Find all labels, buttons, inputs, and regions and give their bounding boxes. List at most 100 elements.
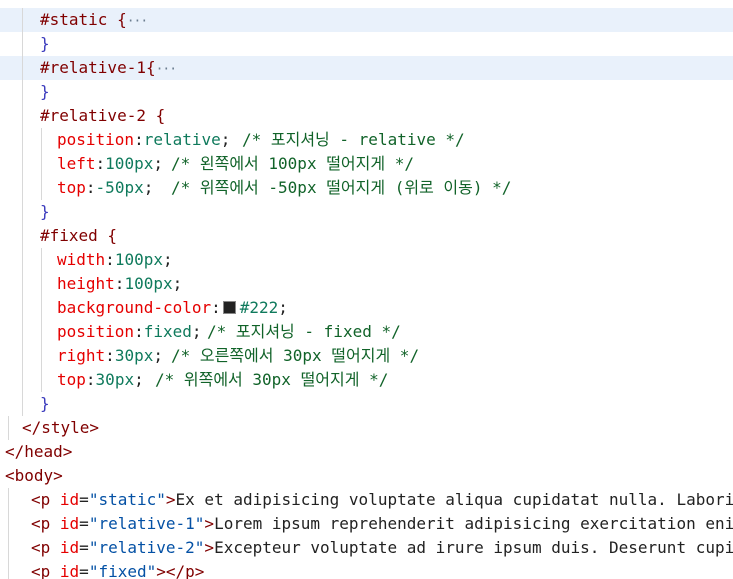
code-line[interactable]: width:100px; — [0, 248, 733, 272]
code-line[interactable]: </head> — [0, 440, 733, 464]
semicolon: ; — [220, 130, 231, 149]
indent-guide — [22, 368, 23, 392]
code-line[interactable]: #static {··· — [0, 8, 733, 32]
semicolon: ; — [172, 274, 183, 293]
code-line[interactable]: right:30px; /* 오른쪽에서 30px 떨어지게 */ — [0, 344, 733, 368]
colon: : — [114, 274, 125, 293]
attribute-value: "relative-1" — [88, 514, 205, 533]
code-line[interactable]: } — [0, 200, 733, 224]
indent-guide — [22, 296, 23, 320]
code-line[interactable]: background-color: #222; — [0, 296, 733, 320]
attribute-value: "static" — [88, 490, 166, 509]
code-line[interactable]: <p id="fixed"></p> — [0, 560, 733, 579]
attribute-value-text: relative-1 — [98, 514, 195, 533]
css-value: 30px — [114, 346, 154, 365]
css-declaration: top:-50px; — [57, 176, 153, 200]
css-property: height — [57, 274, 115, 293]
code-line[interactable]: top:30px; /* 위쪽에서 30px 떨어지게 */ — [0, 368, 733, 392]
css-selector: #fixed { — [40, 226, 118, 245]
indent-guide — [41, 152, 42, 176]
attribute-value: "relative-2" — [88, 538, 205, 557]
indent-guide — [22, 248, 23, 272]
code-line[interactable]: } — [0, 80, 733, 104]
indent-guide — [22, 344, 23, 368]
code-line[interactable]: position:relative; /* 포지셔닝 - relative */ — [0, 128, 733, 152]
indent-guide — [8, 560, 9, 579]
folded-region-ellipsis[interactable]: ··· — [127, 14, 149, 29]
closing-brace: } — [40, 82, 50, 101]
code-line[interactable]: } — [0, 392, 733, 416]
code-line[interactable]: } — [0, 32, 733, 56]
html-tag: <p — [31, 538, 60, 557]
indent-guide — [41, 272, 42, 296]
css-declaration: top:30px; — [57, 368, 144, 392]
html-attribute: id — [59, 490, 80, 509]
indent-guide — [22, 320, 23, 344]
code-editor[interactable]: #static {··· } #relative-1{··· } #relati… — [0, 0, 733, 579]
semicolon: ; — [191, 322, 202, 341]
html-tag: <p — [31, 562, 60, 579]
html-element: <p id="static">Ex et adipisicing volupta… — [31, 488, 733, 512]
code-line[interactable]: position:fixed; /* 포지셔닝 - fixed */ — [0, 320, 733, 344]
css-declaration: position:relative; — [57, 128, 230, 152]
indent-guide — [22, 176, 23, 200]
colon: : — [105, 346, 115, 365]
css-declaration: background-color: #222; — [57, 296, 288, 320]
colon: : — [85, 370, 96, 389]
indent-guide — [41, 296, 42, 320]
html-tag: <p — [31, 514, 60, 533]
code-line[interactable]: #fixed { — [0, 224, 733, 248]
code-line[interactable]: top:-50px; /* 위쪽에서 -50px 떨어지게 (위로 이동) */ — [0, 176, 733, 200]
semicolon: ; — [143, 178, 154, 197]
equals: = — [79, 562, 89, 579]
code-line[interactable]: <body> — [0, 464, 733, 488]
indent-guide — [41, 368, 42, 392]
code-line[interactable]: <p id="relative-2">Excepteur voluptate a… — [0, 536, 733, 560]
css-comment: /* 위쪽에서 -50px 떨어지게 (위로 이동) */ — [171, 178, 512, 197]
css-property: top — [57, 370, 86, 389]
colon: : — [134, 130, 144, 149]
css-declaration: height:100px; — [57, 272, 182, 296]
code-line[interactable]: #relative-1{··· — [0, 56, 733, 80]
code-line[interactable]: <p id="static">Ex et adipisicing volupta… — [0, 488, 733, 512]
equals: = — [79, 538, 89, 557]
semicolon: ; — [153, 154, 163, 173]
code-line[interactable]: </style> — [0, 416, 733, 440]
css-comment: /* 포지셔닝 - fixed */ — [207, 322, 401, 341]
code-line[interactable]: <p id="relative-1">Lorem ipsum reprehend… — [0, 512, 733, 536]
indent-guide — [22, 272, 23, 296]
html-tag: > — [156, 562, 166, 579]
line-content: #relative-1{··· — [40, 56, 178, 82]
css-selector: #relative-1{ — [40, 58, 156, 77]
indent-guide — [41, 128, 42, 152]
indent-guide — [22, 152, 23, 176]
code-line[interactable]: left:100px; /* 왼쪽에서 100px 떨어지게 */ — [0, 152, 733, 176]
indent-guide — [8, 488, 9, 512]
equals: = — [79, 490, 89, 509]
html-tag: </head> — [5, 442, 73, 461]
color-swatch-icon[interactable] — [222, 301, 236, 314]
indent-guide — [8, 536, 9, 560]
indent-guide — [22, 200, 23, 224]
indent-guide — [22, 8, 23, 32]
html-tag: <p — [31, 490, 60, 509]
semicolon: ; — [162, 250, 173, 269]
semicolon: ; — [134, 370, 144, 389]
code-line[interactable]: #relative-2 { — [0, 104, 733, 128]
css-property: background-color — [57, 298, 212, 317]
folded-region-ellipsis[interactable]: ··· — [156, 62, 178, 77]
indent-guide — [8, 512, 9, 536]
indent-guide — [22, 128, 23, 152]
html-tag: > — [204, 538, 215, 557]
code-line[interactable]: height:100px; — [0, 272, 733, 296]
css-property: right — [57, 346, 106, 365]
css-selector: #relative-2 { — [40, 106, 166, 125]
css-selector: #static { — [40, 10, 127, 29]
html-text: Ex et adipisicing voluptate aliqua cupid… — [175, 490, 733, 509]
css-property: top — [57, 178, 86, 197]
html-element: <p id="relative-2">Excepteur voluptate a… — [31, 536, 733, 560]
css-comment: /* 오른쪽에서 30px 떨어지게 */ — [171, 346, 420, 365]
semicolon: ; — [153, 346, 163, 365]
html-attribute: id — [59, 514, 80, 533]
html-text: Lorem ipsum reprehenderit adipisicing ex… — [214, 514, 733, 533]
